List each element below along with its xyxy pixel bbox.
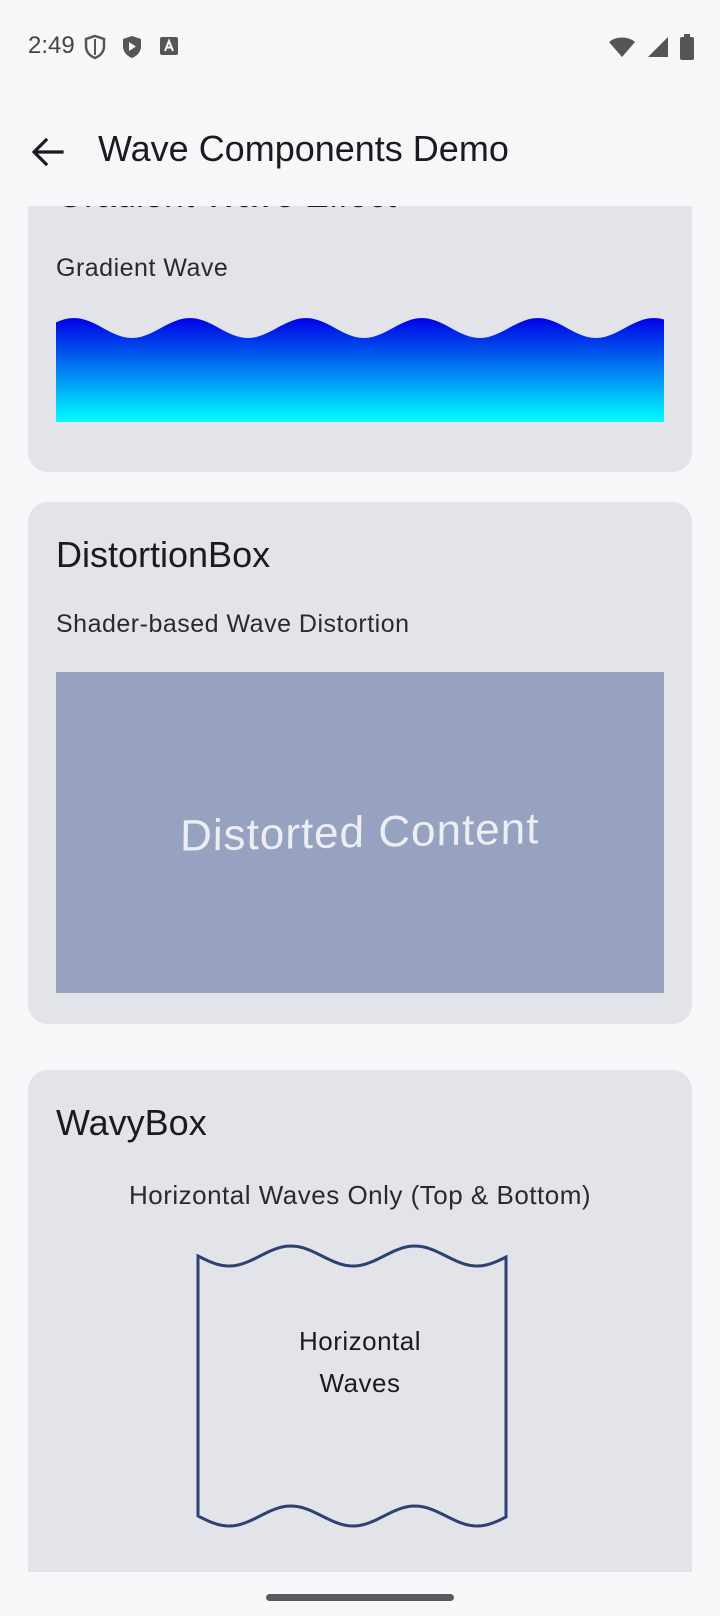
card-title: Gradient Wave Effect: [56, 206, 396, 216]
gradient-wave: [56, 318, 664, 422]
signal-icon: [646, 35, 670, 64]
status-bar: 2:49: [0, 0, 720, 96]
gesture-nav-handle[interactable]: [266, 1594, 454, 1601]
gradient-wave-card: Gradient Wave Effect Gradient Wave: [28, 206, 692, 472]
wifi-icon: [608, 35, 636, 64]
battery-icon: [680, 34, 694, 65]
card-subtitle: Horizontal Waves Only (Top & Bottom): [128, 1180, 592, 1210]
shield-icon: [84, 34, 106, 65]
font-icon: [158, 34, 180, 63]
play-shield-icon: [121, 34, 143, 65]
app-bar: Wave Components Demo: [0, 96, 720, 206]
card-subtitle: Shader-based Wave Distortion: [56, 610, 410, 638]
arrow-back-icon: [32, 138, 64, 166]
status-time: 2:49: [28, 32, 75, 59]
wavy-box-line2: Waves: [319, 1368, 401, 1398]
wavy-box-card: WavyBox Horizontal Waves Only (Top & Bot…: [28, 1070, 692, 1572]
distortion-box: Distorted Content: [56, 672, 664, 993]
card-title: WavyBox: [56, 1102, 207, 1143]
wavy-box-line1: Horizontal: [298, 1326, 422, 1356]
distortion-box-card: DistortionBox Shader-based Wave Distorti…: [28, 502, 692, 1024]
content-list[interactable]: Gradient Wave Effect Gradient Wave Disto…: [0, 206, 720, 1572]
card-subtitle: Gradient Wave: [56, 254, 229, 282]
distorted-content-text: Distorted Content: [180, 803, 541, 861]
back-button[interactable]: [28, 132, 68, 172]
card-title: DistortionBox: [56, 534, 271, 575]
page-title: Wave Components Demo: [98, 128, 509, 169]
